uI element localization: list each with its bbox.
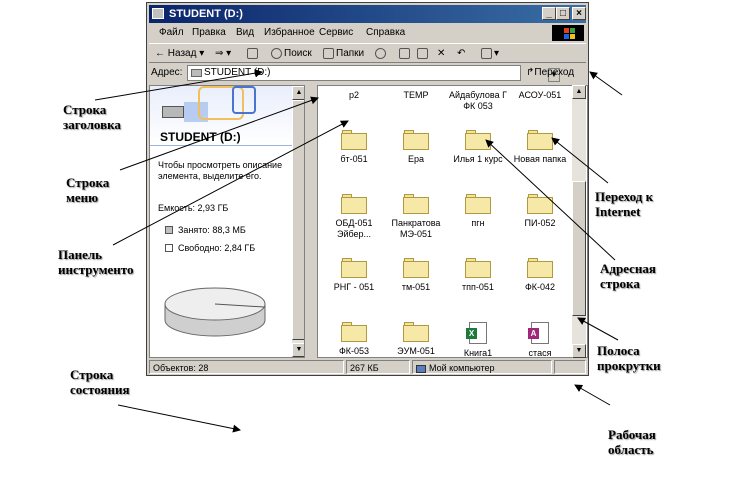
- arrow-toolbar: [112, 120, 349, 246]
- arrow-scrollbar: [577, 317, 619, 341]
- arrow-address-bar: [485, 139, 616, 261]
- annotation-arrows: [94, 69, 623, 433]
- arrow-status-bar: [117, 404, 241, 433]
- arrow-internet: [589, 71, 623, 96]
- arrow-title-bar: [94, 69, 263, 101]
- arrow-go: [551, 137, 609, 184]
- arrow-menu-bar: [119, 96, 319, 171]
- arrow-work-area: [574, 384, 611, 406]
